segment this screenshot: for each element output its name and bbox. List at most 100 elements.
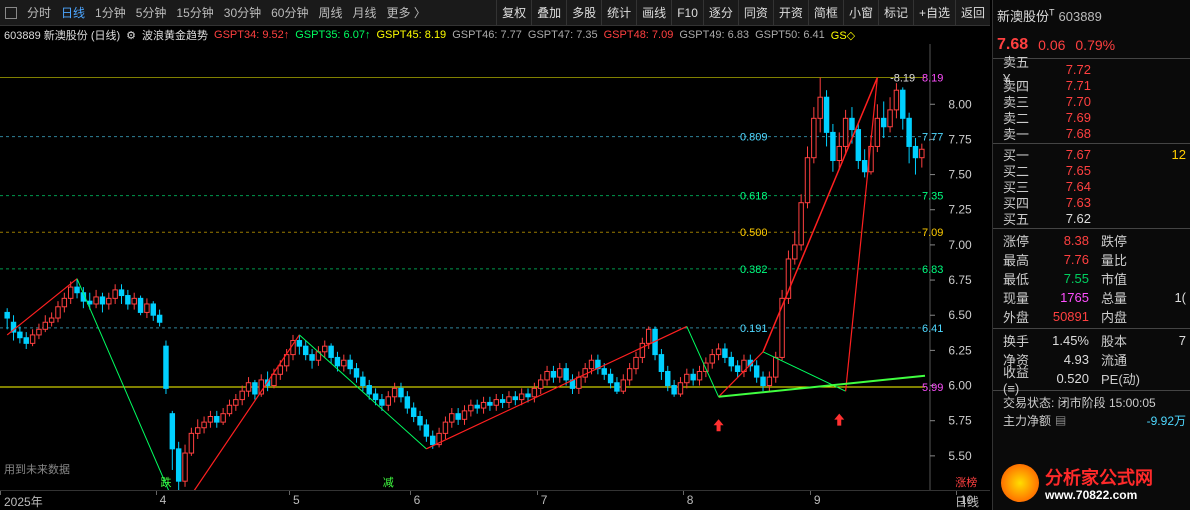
fib-ratio-label: 0.382 <box>740 264 768 276</box>
tool-draw-line[interactable]: 画线 <box>636 0 671 26</box>
candle-body <box>99 296 106 305</box>
tool-add-watchlist[interactable]: +自选 <box>912 0 955 26</box>
gspt34-value: GSPT34: 9.52↑ <box>214 29 290 41</box>
tool-same-capital[interactable]: 同资 <box>737 0 773 26</box>
tool-f10[interactable]: F10 <box>671 0 703 26</box>
candle-body <box>214 415 220 423</box>
indicator-name[interactable]: 波浪黄金趋势 <box>142 27 208 43</box>
base-line-label: 5.99 <box>922 382 943 394</box>
event-marker: 跌 <box>160 475 171 489</box>
book-price: 7.72 <box>1065 61 1091 77</box>
candle-body <box>341 359 347 367</box>
net-flow-label: 主力净额 <box>1003 413 1052 428</box>
period-tab-15min[interactable]: 15分钟 <box>171 0 218 26</box>
candle-body <box>233 399 239 406</box>
net-flow-value: -9.92万 <box>1146 413 1186 428</box>
candle-body <box>207 415 214 423</box>
y-tick-label: 8.00 <box>948 97 972 111</box>
stock-header: 新澳股份T 603889 <box>993 0 1190 34</box>
candle-body <box>620 379 627 392</box>
candle-body <box>17 331 23 339</box>
candle-body <box>480 401 487 409</box>
period-tab-more[interactable]: 更多 〉 <box>382 0 431 26</box>
candle-body <box>677 382 684 395</box>
indicator-titlebar: 603889 新澳股份 (日线) ⚙ 波浪黄金趋势 GSPT34: 9.52↑ … <box>0 26 990 44</box>
book-price: 7.70 <box>1065 93 1091 109</box>
stat-value: 4.93 <box>1063 352 1089 367</box>
divider <box>993 228 1190 229</box>
tool-overlay[interactable]: 叠加 <box>531 0 566 26</box>
tool-multi-stock[interactable]: 多股 <box>566 0 601 26</box>
top-value-label: -8.19 <box>890 73 915 85</box>
event-marker: 减 <box>383 476 394 489</box>
candle-body <box>328 345 334 358</box>
calculator-icon[interactable]: ▤ <box>1055 413 1066 427</box>
price-change-pct: 0.79% <box>1075 37 1116 53</box>
candle-body <box>417 415 423 426</box>
candle-body <box>715 348 722 356</box>
candle-body <box>125 295 131 305</box>
tool-small-window[interactable]: 小窗 <box>842 0 878 26</box>
period-tab-30min[interactable]: 30分钟 <box>219 0 266 26</box>
stat-label: 现量 <box>1003 291 1030 306</box>
candle-body <box>150 303 156 316</box>
period-tab-monthly[interactable]: 月线 <box>348 0 382 26</box>
period-tab-daily[interactable]: 日线 <box>56 0 90 26</box>
candle-body <box>239 390 245 401</box>
gspt50-value: GSPT50: 6.41 <box>755 29 825 41</box>
stat-value: 7 <box>1178 333 1186 348</box>
period-tab-weekly[interactable]: 周线 <box>313 0 347 26</box>
fib-ratio-label: 0.500 <box>740 227 768 239</box>
book-label: 卖一 <box>1003 126 1030 142</box>
candle-body <box>334 356 341 367</box>
candle-body <box>245 382 252 392</box>
candle-body <box>169 413 176 450</box>
candle-body <box>614 382 620 392</box>
tool-back[interactable]: 返回 <box>954 0 990 26</box>
period-tab-60min[interactable]: 60分钟 <box>266 0 313 26</box>
month-tick <box>0 491 1 495</box>
candle-body <box>106 297 112 305</box>
fib-ratio-label: 0.618 <box>740 191 768 203</box>
future-data-warning: 用到未来数据 <box>4 464 70 476</box>
candle-body <box>118 289 125 297</box>
candle-body <box>773 356 779 378</box>
stat-row: 外盘 50891 内盘 <box>993 307 1190 326</box>
candle-body <box>404 396 411 409</box>
layout-icon[interactable] <box>5 6 17 19</box>
month-label: 6 <box>413 493 421 507</box>
logo-badge-icon <box>1001 464 1039 502</box>
stat-label: 收益(≡) <box>1003 364 1030 396</box>
tool-open-capital[interactable]: 开资 <box>772 0 808 26</box>
tool-mark[interactable]: 标记 <box>877 0 913 26</box>
stock-title: 603889 新澳股份 (日线) <box>4 30 121 42</box>
candlestick-chart[interactable]: 8.00 7.75 7.50 7.25 7.00 6.75 6.50 6.25 6.00 5.75… <box>0 44 990 490</box>
tool-statistics[interactable]: 统计 <box>601 0 636 26</box>
net-flow-row: 主力净额 ▤ -9.92万 <box>993 411 1190 429</box>
period-tab-5min[interactable]: 5分钟 <box>131 0 172 26</box>
tool-simple-frame[interactable]: 简框 <box>807 0 843 26</box>
candle-body <box>322 345 328 353</box>
candle-body <box>493 399 499 406</box>
tool-restore-rights[interactable]: 复权 <box>496 0 531 26</box>
ask-book: 卖五 ¥7.72 卖四 7.71 卖三 7.70 卖二 7.69 卖一 7.68 <box>993 55 1190 142</box>
tool-per-minute[interactable]: 逐分 <box>702 0 738 26</box>
candle-body <box>696 370 703 381</box>
candle-body <box>830 131 836 162</box>
stat-row: 换手 1.45% 股本 7 <box>993 331 1190 350</box>
settings-icon[interactable]: ⚙ <box>126 29 136 42</box>
candle-body <box>506 396 512 403</box>
candle-body <box>874 117 881 147</box>
candle-body <box>512 396 519 401</box>
candle-body <box>36 328 42 336</box>
period-tab-1min[interactable]: 1分钟 <box>90 0 131 26</box>
book-qty: 12 <box>1171 146 1186 162</box>
ask-row[interactable]: 卖一 7.68 <box>993 125 1190 142</box>
stat-label: 内盘 <box>1101 310 1128 325</box>
period-tab-intraday[interactable]: 分时 <box>22 0 56 26</box>
gspt45-value: GSPT45: 8.19 <box>376 29 447 41</box>
stat-label: 最低 <box>1003 272 1030 287</box>
candle-body <box>74 286 80 294</box>
buy-arrow-icon <box>834 413 845 426</box>
bid-row[interactable]: 买五 7.62 <box>993 210 1190 227</box>
